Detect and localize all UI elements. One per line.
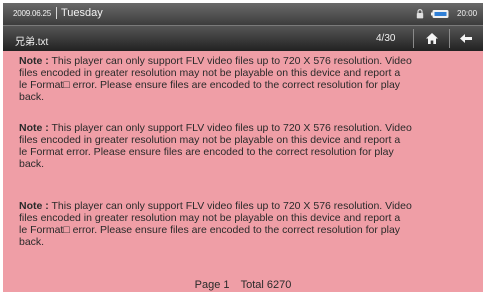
note-line: Note : This player can only support FLV … — [19, 200, 412, 212]
note-line: files encoded in greater resolution may … — [19, 134, 401, 146]
note-paragraph: Note : This player can only support FLV … — [19, 200, 477, 248]
total-pages: Total 6270 — [240, 279, 292, 291]
title-bar: 兄弟.txt 4/30 — [3, 25, 483, 51]
title-divider — [449, 29, 450, 48]
page-footer: Page 1 Total 6270 — [3, 279, 483, 291]
note-line: back. — [19, 158, 45, 170]
page-indicator: 4/30 — [376, 33, 396, 44]
status-date: 2009.06.25 — [13, 9, 52, 18]
file-name: 兄弟.txt — [15, 37, 49, 48]
note-paragraph: Note : This player can only support FLV … — [19, 55, 477, 103]
status-day: Tuesday — [61, 7, 103, 19]
note-line: back. — [19, 236, 45, 248]
note-line: files encoded in greater resolution may … — [19, 212, 401, 224]
note-label: Note : — [19, 55, 49, 67]
note-label: Note : — [19, 122, 49, 134]
lock-icon — [416, 9, 424, 19]
note-line: Note : This player can only support FLV … — [19, 55, 412, 67]
status-divider — [56, 7, 57, 19]
home-button[interactable] — [419, 29, 445, 48]
status-bar: 2009.06.25 Tuesday 20:00 — [3, 3, 483, 25]
note-paragraph: Note : This player can only support FLV … — [19, 122, 477, 170]
note-label: Note : — [19, 200, 49, 212]
note-line: le Format□ error. Please ensure files ar… — [19, 79, 401, 91]
status-time: 20:00 — [457, 9, 478, 18]
note-line: Note : This player can only support FLV … — [19, 122, 412, 134]
note-line: files encoded in greater resolution may … — [19, 67, 401, 79]
note-line: le Format error. Please ensure files are… — [19, 146, 394, 158]
reader-screen: 2009.06.25 Tuesday 20:00 兄弟.txt 4/30 Not… — [3, 3, 483, 292]
current-page: Page 1 — [194, 279, 230, 291]
back-arrow-icon — [460, 34, 472, 43]
home-icon — [426, 33, 438, 44]
battery-icon — [431, 10, 449, 18]
title-divider — [413, 29, 414, 48]
back-button[interactable] — [453, 29, 479, 48]
note-line: back. — [19, 91, 45, 103]
note-line: le Format□ error. Please ensure files ar… — [19, 224, 401, 236]
